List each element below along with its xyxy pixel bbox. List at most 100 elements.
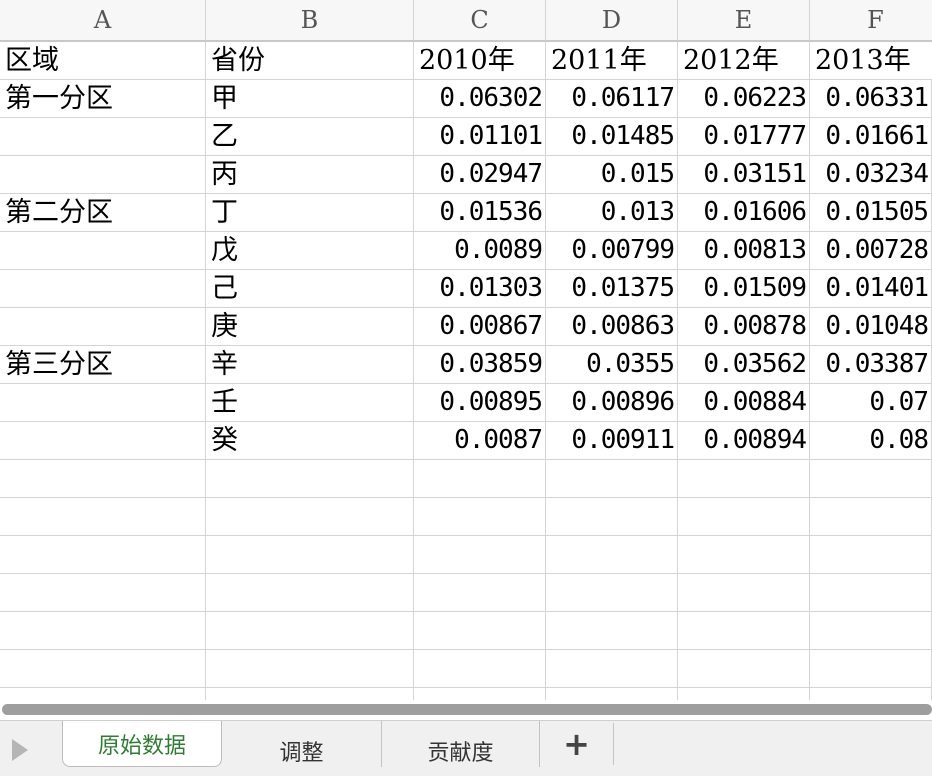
cell-c15[interactable] — [414, 574, 546, 611]
cell-b4[interactable]: 丙 — [206, 156, 414, 193]
cell-c12[interactable] — [414, 460, 546, 497]
cell-d10[interactable]: 0.00896 — [546, 384, 678, 421]
cell-b17[interactable] — [206, 650, 414, 687]
sheet-tab-2[interactable]: 调整 — [222, 721, 382, 767]
cell-f7[interactable]: 0.01401 — [810, 270, 932, 307]
cell-d4[interactable]: 0.015 — [546, 156, 678, 193]
cell-c8[interactable]: 0.00867 — [414, 308, 546, 345]
cell-c1[interactable]: 2010年 — [414, 42, 546, 79]
cell-b2[interactable]: 甲 — [206, 80, 414, 117]
sheet-tab-3[interactable]: 贡献度 — [382, 721, 540, 767]
cell-c4[interactable]: 0.02947 — [414, 156, 546, 193]
cell-d14[interactable] — [546, 536, 678, 573]
cell-b12[interactable] — [206, 460, 414, 497]
cell-b7[interactable]: 己 — [206, 270, 414, 307]
cell-b6[interactable]: 戊 — [206, 232, 414, 269]
cell-f15[interactable] — [810, 574, 932, 611]
cell-b8[interactable]: 庚 — [206, 308, 414, 345]
cell-c17[interactable] — [414, 650, 546, 687]
cell-d5[interactable]: 0.013 — [546, 194, 678, 231]
cell-a14[interactable] — [0, 536, 206, 573]
cell-f8[interactable]: 0.01048 — [810, 308, 932, 345]
cell-c11[interactable]: 0.0087 — [414, 422, 546, 459]
column-header-b[interactable]: B — [206, 0, 414, 40]
cell-b1[interactable]: 省份 — [206, 42, 414, 79]
cell-c14[interactable] — [414, 536, 546, 573]
cell-d3[interactable]: 0.01485 — [546, 118, 678, 155]
cell-f9[interactable]: 0.03387 — [810, 346, 932, 383]
cell-a11[interactable] — [0, 422, 206, 459]
cell-e14[interactable] — [678, 536, 810, 573]
cell-d7[interactable]: 0.01375 — [546, 270, 678, 307]
cell-c3[interactable]: 0.01101 — [414, 118, 546, 155]
cell-e1[interactable]: 2012年 — [678, 42, 810, 79]
cell-a12[interactable] — [0, 460, 206, 497]
cell-d11[interactable]: 0.00911 — [546, 422, 678, 459]
cell-e7[interactable]: 0.01509 — [678, 270, 810, 307]
cell-e16[interactable] — [678, 612, 810, 649]
cell-c10[interactable]: 0.00895 — [414, 384, 546, 421]
cell-f5[interactable]: 0.01505 — [810, 194, 932, 231]
cell-b16[interactable] — [206, 612, 414, 649]
cell-d1[interactable]: 2011年 — [546, 42, 678, 79]
cell-e15[interactable] — [678, 574, 810, 611]
cell-f10[interactable]: 0.07 — [810, 384, 932, 421]
cell-a16[interactable] — [0, 612, 206, 649]
cell-e9[interactable]: 0.03562 — [678, 346, 810, 383]
cell-a5[interactable]: 第二分区 — [0, 194, 206, 231]
cell-c2[interactable]: 0.06302 — [414, 80, 546, 117]
cell-e12[interactable] — [678, 460, 810, 497]
cell-d13[interactable] — [546, 498, 678, 535]
sheet-tab-1[interactable]: 原始数据 — [62, 721, 222, 767]
column-header-f[interactable]: F — [810, 0, 932, 40]
cell-b14[interactable] — [206, 536, 414, 573]
tab-scroll-arrow-icon[interactable] — [12, 739, 28, 761]
cell-f14[interactable] — [810, 536, 932, 573]
cell-d17[interactable] — [546, 650, 678, 687]
cell-f13[interactable] — [810, 498, 932, 535]
cell-c6[interactable]: 0.0089 — [414, 232, 546, 269]
cell-e2[interactable]: 0.06223 — [678, 80, 810, 117]
cell-e3[interactable]: 0.01777 — [678, 118, 810, 155]
horizontal-scrollbar[interactable] — [0, 700, 932, 720]
cell-a13[interactable] — [0, 498, 206, 535]
column-header-d[interactable]: D — [546, 0, 678, 40]
add-sheet-button[interactable]: + — [540, 723, 614, 765]
cell-c5[interactable]: 0.01536 — [414, 194, 546, 231]
column-header-e[interactable]: E — [678, 0, 810, 40]
cell-e10[interactable]: 0.00884 — [678, 384, 810, 421]
cell-f12[interactable] — [810, 460, 932, 497]
cell-a1[interactable]: 区域 — [0, 42, 206, 79]
scrollbar-thumb[interactable] — [2, 704, 932, 715]
cell-a9[interactable]: 第三分区 — [0, 346, 206, 383]
cell-d6[interactable]: 0.00799 — [546, 232, 678, 269]
cell-a4[interactable] — [0, 156, 206, 193]
cell-c13[interactable] — [414, 498, 546, 535]
cell-a7[interactable] — [0, 270, 206, 307]
cell-c16[interactable] — [414, 612, 546, 649]
cell-f2[interactable]: 0.06331 — [810, 80, 932, 117]
cell-d2[interactable]: 0.06117 — [546, 80, 678, 117]
cell-f4[interactable]: 0.03234 — [810, 156, 932, 193]
cell-b11[interactable]: 癸 — [206, 422, 414, 459]
cell-e6[interactable]: 0.00813 — [678, 232, 810, 269]
cell-b10[interactable]: 壬 — [206, 384, 414, 421]
cell-a10[interactable] — [0, 384, 206, 421]
cell-e8[interactable]: 0.00878 — [678, 308, 810, 345]
cell-b15[interactable] — [206, 574, 414, 611]
cell-d8[interactable]: 0.00863 — [546, 308, 678, 345]
cell-a17[interactable] — [0, 650, 206, 687]
cell-d15[interactable] — [546, 574, 678, 611]
cell-b3[interactable]: 乙 — [206, 118, 414, 155]
column-header-c[interactable]: C — [414, 0, 546, 40]
cell-b5[interactable]: 丁 — [206, 194, 414, 231]
cell-b9[interactable]: 辛 — [206, 346, 414, 383]
cell-e4[interactable]: 0.03151 — [678, 156, 810, 193]
cell-f11[interactable]: 0.08 — [810, 422, 932, 459]
cell-e5[interactable]: 0.01606 — [678, 194, 810, 231]
cell-f3[interactable]: 0.01661 — [810, 118, 932, 155]
cell-f6[interactable]: 0.00728 — [810, 232, 932, 269]
cell-a3[interactable] — [0, 118, 206, 155]
cell-c9[interactable]: 0.03859 — [414, 346, 546, 383]
cell-e17[interactable] — [678, 650, 810, 687]
